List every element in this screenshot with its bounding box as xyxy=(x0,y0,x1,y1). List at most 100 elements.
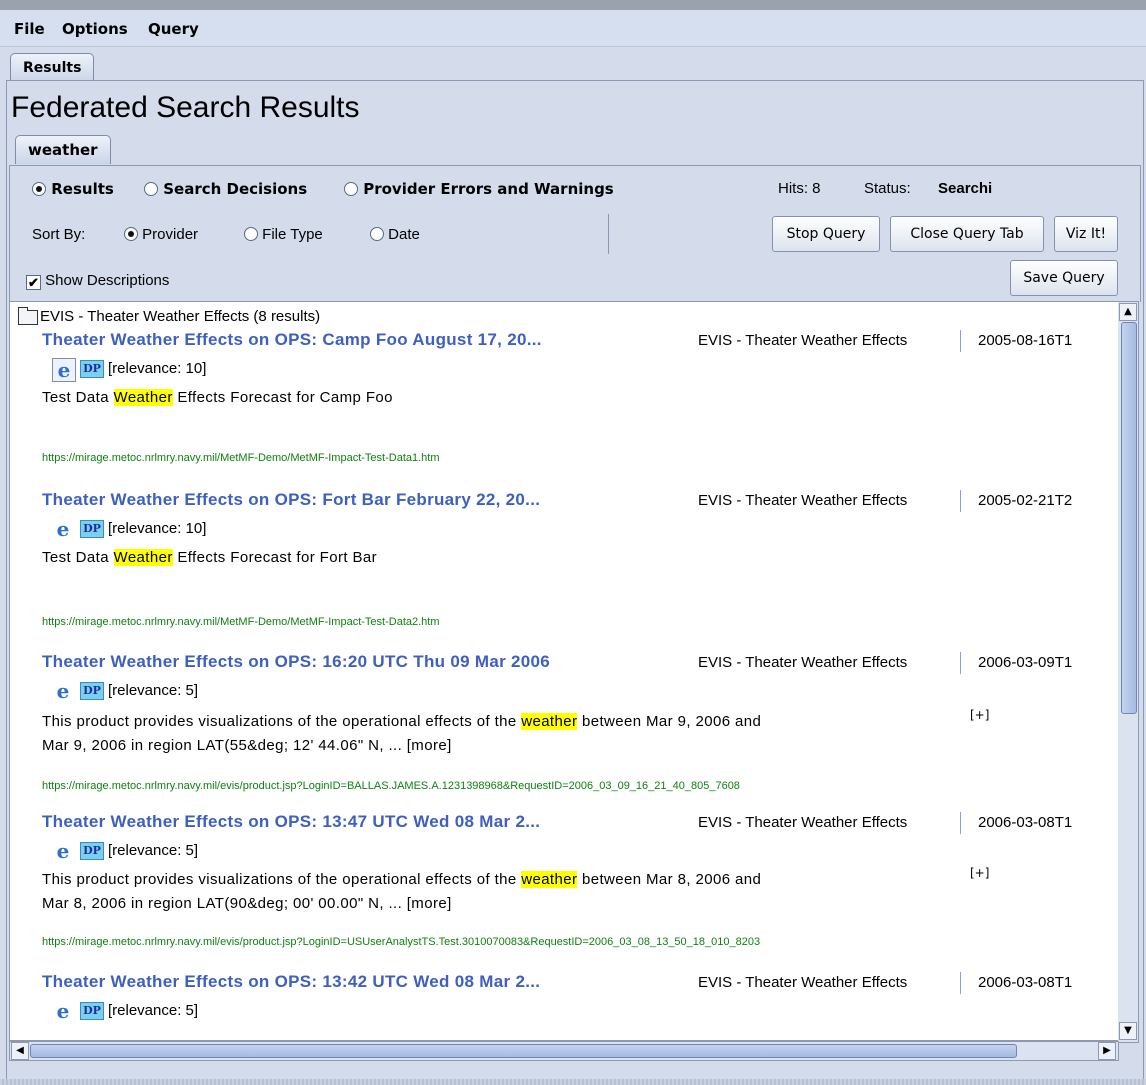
sort-radio-provider[interactable]: Provider xyxy=(124,226,198,243)
desc-text: This product provides visualizations of … xyxy=(42,713,522,730)
tab-query-weather[interactable]: weather xyxy=(15,135,111,164)
result-relevance: [relevance: 5] xyxy=(108,842,199,859)
highlighted-term: Weather xyxy=(113,389,173,406)
radio-unselected-icon xyxy=(370,227,384,241)
dp-icon[interactable]: DP xyxy=(80,682,104,700)
result-date: 2006-03-08T1 xyxy=(978,814,1073,831)
radio-unselected-icon xyxy=(344,182,358,196)
query-tab-row: weather xyxy=(7,133,1143,164)
dp-icon[interactable]: DP xyxy=(80,360,104,378)
internet-explorer-icon[interactable]: e xyxy=(52,1000,74,1022)
result-relevance: [relevance: 10] xyxy=(108,520,207,537)
sort-by-label: Sort By: xyxy=(32,226,86,243)
radio-unselected-icon xyxy=(144,182,158,196)
view-radio-results[interactable]: Results xyxy=(32,180,114,198)
status-label: Status: xyxy=(864,180,911,197)
dp-icon[interactable]: DP xyxy=(80,1002,104,1020)
view-radio-search-decisions-label: Search Decisions xyxy=(163,180,308,198)
show-descriptions-checkbox[interactable]: ✔ Show Descriptions xyxy=(26,272,169,290)
result-title-link[interactable]: Theater Weather Effects on OPS: 13:47 UT… xyxy=(42,812,540,832)
radio-selected-icon xyxy=(124,227,138,241)
view-radio-results-label: Results xyxy=(51,180,114,198)
result-url[interactable]: https://mirage.metoc.nrlmry.navy.mil/evi… xyxy=(42,780,740,792)
result-url[interactable]: https://mirage.metoc.nrlmry.navy.mil/Met… xyxy=(42,616,440,628)
radio-selected-icon xyxy=(32,182,46,196)
column-divider xyxy=(960,812,961,834)
status-value: Searchi xyxy=(938,180,993,197)
sort-radio-provider-label: Provider xyxy=(142,226,199,243)
result-description: Test Data Weather Effects Forecast for C… xyxy=(42,386,393,410)
view-radio-provider-errors-label: Provider Errors and Warnings xyxy=(363,180,614,198)
scroll-left-arrow-icon[interactable]: ◀ xyxy=(11,1042,29,1060)
internet-explorer-icon[interactable]: e xyxy=(52,680,74,702)
window-top-edge xyxy=(0,0,1146,10)
column-divider xyxy=(960,490,961,512)
scroll-right-arrow-icon[interactable]: ▶ xyxy=(1098,1042,1116,1060)
query-controls: Results Search Decisions Provider Errors… xyxy=(9,165,1141,302)
menu-options[interactable]: Options xyxy=(62,20,128,38)
column-divider xyxy=(960,330,961,352)
desc-text: Test Data xyxy=(42,549,114,566)
close-query-tab-button[interactable]: Close Query Tab xyxy=(890,216,1044,252)
desc-text-more: Mar 8, 2006 in region LAT(90&deg; 00' 00… xyxy=(42,895,452,912)
result-date: 2005-08-16T1 xyxy=(978,332,1073,349)
result-description: This product provides visualizations of … xyxy=(42,868,761,916)
dp-icon[interactable]: DP xyxy=(80,520,104,538)
desc-text: between Mar 9, 2006 and xyxy=(577,713,762,730)
vertical-scroll-thumb[interactable] xyxy=(1121,322,1137,714)
internet-explorer-icon[interactable]: e xyxy=(52,840,74,862)
menu-query[interactable]: Query xyxy=(148,20,199,38)
result-description: Test Data Weather Effects Forecast for F… xyxy=(42,546,377,570)
scroll-up-arrow-icon[interactable]: ▲ xyxy=(1119,303,1137,321)
dp-icon[interactable]: DP xyxy=(80,842,104,860)
result-url[interactable]: https://mirage.metoc.nrlmry.navy.mil/Met… xyxy=(42,452,440,464)
highlighted-term: Weather xyxy=(113,549,173,566)
sort-radio-date[interactable]: Date xyxy=(370,226,420,243)
provider-group-label[interactable]: EVIS - Theater Weather Effects (8 result… xyxy=(40,308,320,325)
result-date: 2006-03-08T1 xyxy=(978,974,1073,991)
result-title-link[interactable]: Theater Weather Effects on OPS: 13:42 UT… xyxy=(42,972,540,992)
checkmark-icon: ✔ xyxy=(26,275,41,290)
result-relevance: [relevance: 10] xyxy=(108,360,207,377)
result-title-link[interactable]: Theater Weather Effects on OPS: 16:20 UT… xyxy=(42,652,550,672)
results-panel: Federated Search Results weather Results… xyxy=(6,80,1144,1082)
result-description: This product provides visualizations of … xyxy=(42,710,761,758)
horizontal-scroll-thumb[interactable] xyxy=(30,1044,1017,1058)
result-provider: EVIS - Theater Weather Effects xyxy=(698,814,908,831)
viz-it-button[interactable]: Viz It! xyxy=(1054,216,1118,252)
result-provider: EVIS - Theater Weather Effects xyxy=(698,492,908,509)
desc-text: Test Data xyxy=(42,389,114,406)
column-divider xyxy=(960,972,961,994)
window-resize-strip[interactable] xyxy=(0,1079,1146,1085)
view-radio-provider-errors[interactable]: Provider Errors and Warnings xyxy=(344,180,614,198)
column-divider xyxy=(960,652,961,674)
result-provider: EVIS - Theater Weather Effects xyxy=(698,654,908,671)
highlighted-term: weather xyxy=(521,713,578,730)
result-relevance: [relevance: 5] xyxy=(108,682,199,699)
view-radio-search-decisions[interactable]: Search Decisions xyxy=(144,180,307,198)
expand-toggle[interactable]: [+] xyxy=(970,866,989,880)
internet-explorer-icon[interactable]: e xyxy=(52,358,76,382)
result-url[interactable]: https://mirage.metoc.nrlmry.navy.mil/evi… xyxy=(42,936,760,948)
desc-text: between Mar 8, 2006 and xyxy=(577,871,762,888)
menu-file[interactable]: File xyxy=(14,20,45,38)
desc-text-more: Mar 9, 2006 in region LAT(55&deg; 12' 44… xyxy=(42,737,452,754)
sort-radio-file-type[interactable]: File Type xyxy=(244,226,323,243)
save-query-button[interactable]: Save Query xyxy=(1010,260,1118,296)
sort-radio-date-label: Date xyxy=(388,226,420,243)
radio-unselected-icon xyxy=(244,227,258,241)
expand-toggle[interactable]: [+] xyxy=(970,708,989,722)
result-title-link[interactable]: Theater Weather Effects on OPS: Fort Bar… xyxy=(42,490,540,510)
result-title-link[interactable]: Theater Weather Effects on OPS: Camp Foo… xyxy=(42,330,542,350)
highlighted-term: weather xyxy=(521,871,578,888)
scroll-down-arrow-icon[interactable]: ▼ xyxy=(1119,1022,1137,1040)
horizontal-scrollbar[interactable]: ◀ ▶ xyxy=(9,1041,1119,1061)
vertical-scrollbar[interactable]: ▲ ▼ xyxy=(1118,301,1139,1043)
menu-bar: File Options Query xyxy=(0,10,1146,47)
sort-radio-file-type-label: File Type xyxy=(262,226,323,243)
results-list[interactable]: EVIS - Theater Weather Effects (8 result… xyxy=(9,301,1119,1041)
stop-query-button[interactable]: Stop Query xyxy=(772,216,880,252)
result-provider: EVIS - Theater Weather Effects xyxy=(698,332,908,349)
tab-results[interactable]: Results xyxy=(10,53,95,82)
internet-explorer-icon[interactable]: e xyxy=(52,518,74,540)
